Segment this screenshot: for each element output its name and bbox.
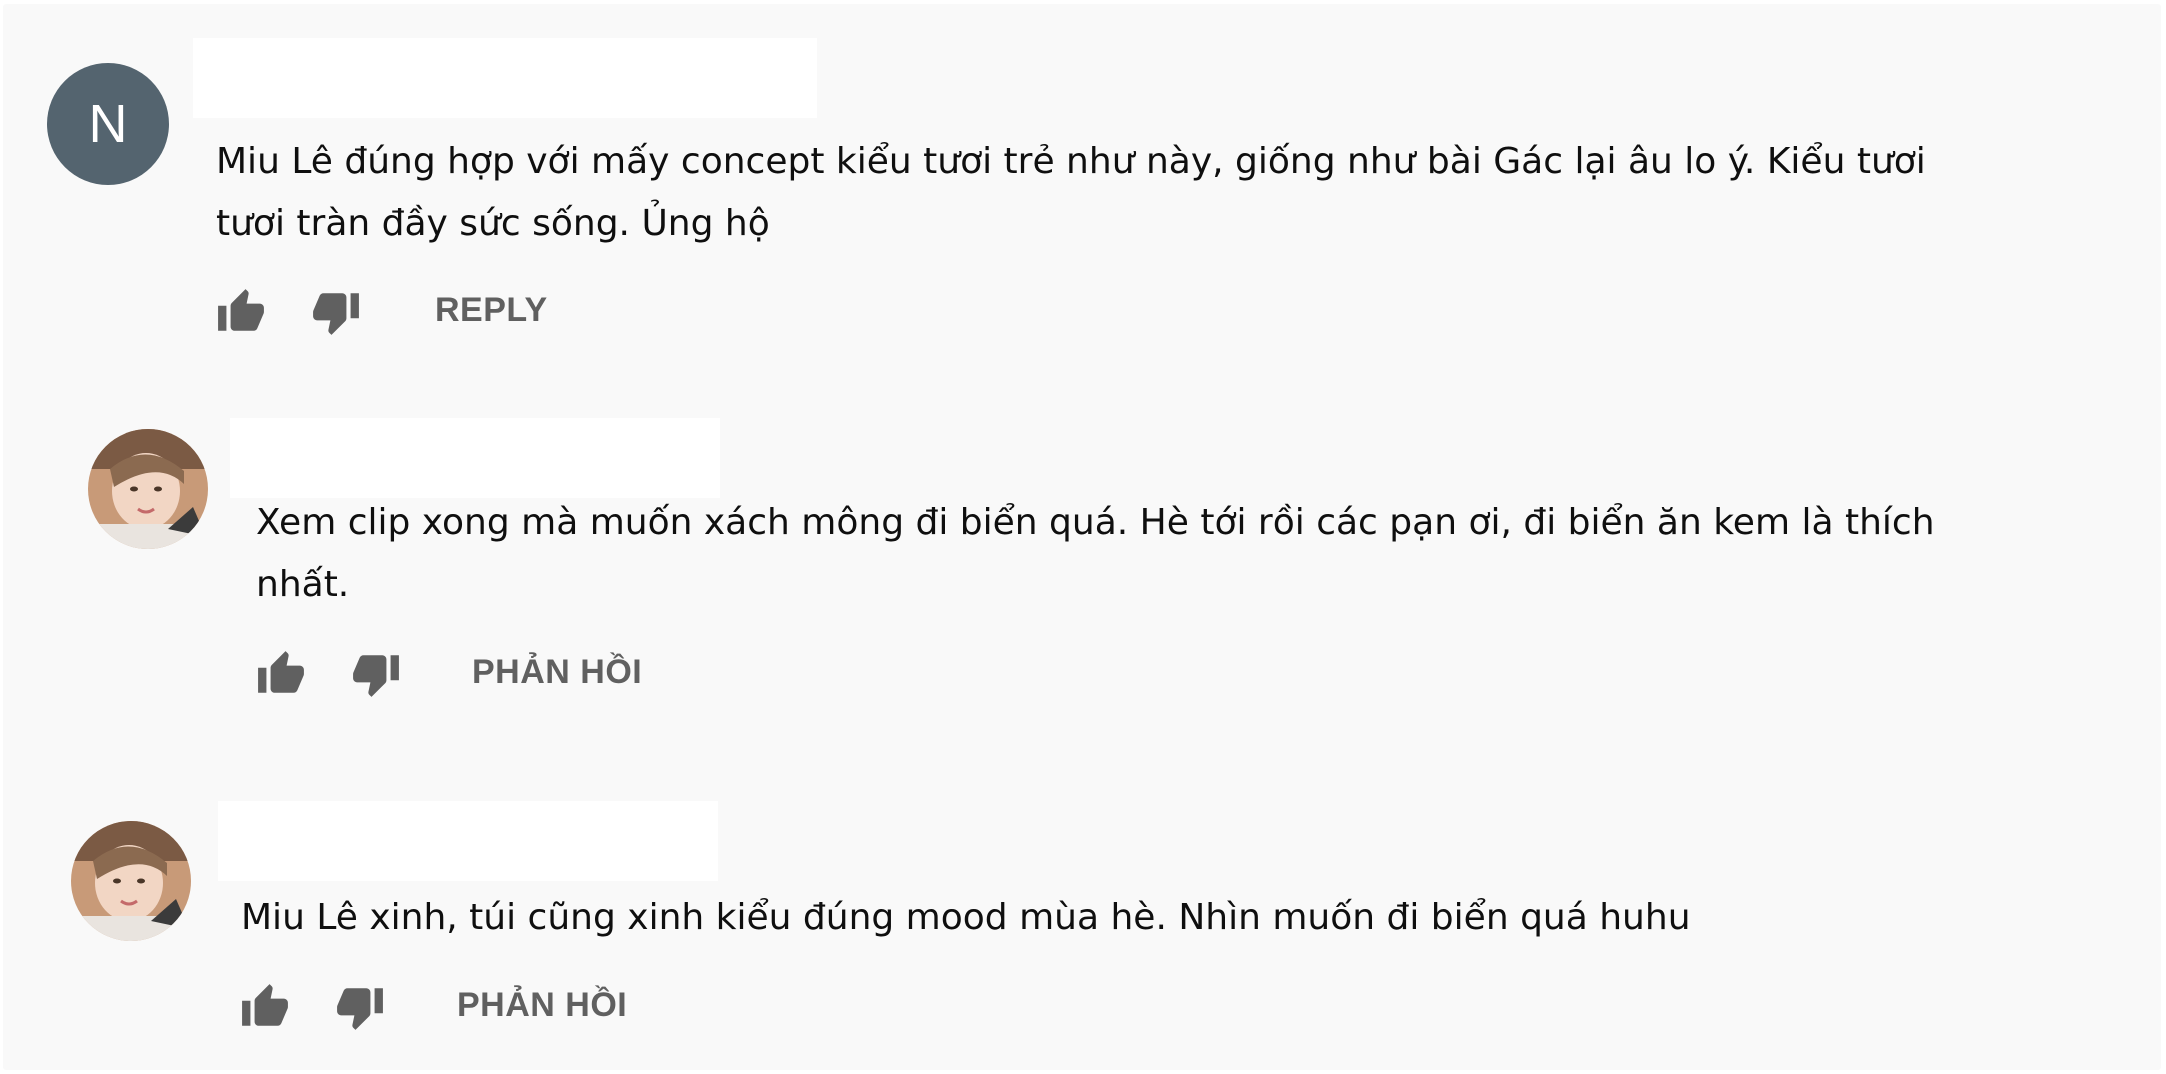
comment-text-line: Miu Lê đúng hợp với mấy concept kiểu tươ… <box>216 141 1926 182</box>
author-name-redacted[interactable] <box>230 418 720 498</box>
thumb-down-icon[interactable] <box>311 287 361 337</box>
reply-button[interactable]: PHẢN HỒI <box>472 653 642 692</box>
comment-text-line: Miu Lê xinh, túi cũng xinh kiểu đúng moo… <box>241 897 1691 938</box>
thumb-up-icon[interactable] <box>216 287 266 337</box>
author-name-redacted[interactable] <box>193 38 817 118</box>
avatar-photo <box>88 429 208 549</box>
comment-text-line: tươi tràn đầy sức sống. Ủng hộ <box>216 203 770 244</box>
reply-button[interactable]: REPLY <box>435 291 548 330</box>
avatar-letter: N <box>88 94 128 154</box>
comment-text-line: nhất. <box>256 564 350 605</box>
avatar[interactable]: N <box>47 63 169 185</box>
avatar[interactable] <box>71 821 191 941</box>
avatar-photo <box>71 821 191 941</box>
comments-panel: N Miu Lê đúng hợp với mấy concept kiểu t… <box>3 4 2161 1070</box>
thumb-down-icon[interactable] <box>351 649 401 699</box>
thumb-down-icon[interactable] <box>335 982 385 1032</box>
reply-button[interactable]: PHẢN HỒI <box>457 986 627 1025</box>
avatar[interactable] <box>88 429 208 549</box>
thumb-up-icon[interactable] <box>256 649 306 699</box>
thumb-up-icon[interactable] <box>240 982 290 1032</box>
comment-text-line: Xem clip xong mà muốn xách mông đi biển … <box>256 502 1935 543</box>
author-name-redacted[interactable] <box>218 801 718 881</box>
